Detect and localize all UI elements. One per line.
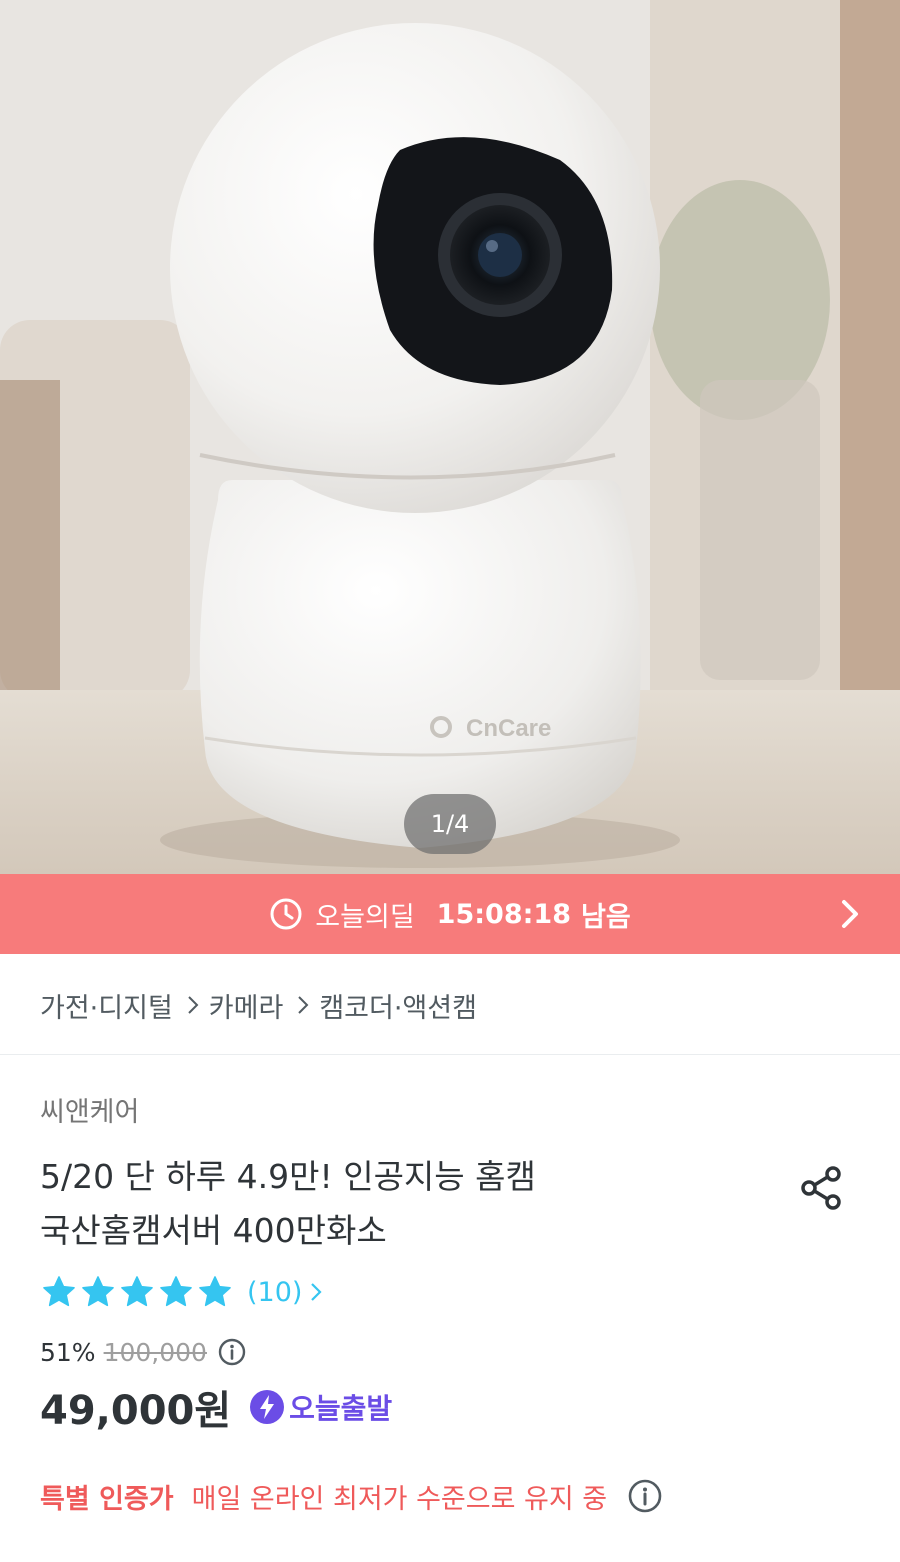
info-icon[interactable] xyxy=(627,1478,663,1514)
chevron-right-icon xyxy=(311,1283,322,1301)
product-title-line: 국산홈캠서버 400만화소 xyxy=(40,1211,387,1250)
breadcrumb-item-camera[interactable]: 카메라 xyxy=(209,986,284,1025)
brand-logo: CnCare xyxy=(466,715,551,742)
deal-remaining-label: 남음 xyxy=(581,901,631,933)
product-title: 5/20 단 하루 4.9만! 인공지능 홈캠 국산홈캠서버 400만화소 xyxy=(40,1150,760,1258)
lightning-icon xyxy=(250,1390,285,1424)
brand-name[interactable]: 씨앤케어 xyxy=(40,1090,139,1129)
breadcrumb-item-camcorder[interactable]: 캠코더·액션캠 xyxy=(319,986,477,1025)
deal-timer: 15:08:18 xyxy=(436,898,571,930)
deal-label: 오늘의딜 xyxy=(315,901,415,933)
product-image[interactable]: CnCare 1/4 xyxy=(0,0,900,874)
clock-icon xyxy=(270,898,302,930)
star-icon xyxy=(121,1276,153,1307)
certified-price-description: 매일 온라인 최저가 수준으로 유지 중 xyxy=(191,1483,608,1515)
product-title-line: 5/20 단 하루 4.9만! 인공지능 홈캠 xyxy=(40,1157,536,1196)
discount-rate: 51% xyxy=(40,1337,96,1367)
price-row: 49,000원 오늘출발 xyxy=(40,1382,392,1434)
star-rating xyxy=(40,1273,235,1311)
info-icon[interactable] xyxy=(217,1337,247,1367)
breadcrumb: 가전·디지털 카메라 캠코더·액션캠 xyxy=(40,980,477,1030)
home-camera-illustration: CnCare xyxy=(0,0,900,874)
today-deal-banner[interactable]: 오늘의딜 15:08:18 남음 xyxy=(0,874,900,954)
chevron-right-icon xyxy=(298,996,309,1014)
chevron-right-icon[interactable] xyxy=(840,898,860,930)
sale-price: 49,000원 xyxy=(40,1388,232,1434)
divider xyxy=(0,1054,900,1055)
share-icon[interactable] xyxy=(798,1164,846,1212)
today-shipping-label: 오늘출발 xyxy=(289,1392,393,1425)
original-price: 100,000 xyxy=(103,1337,207,1367)
star-icon xyxy=(43,1276,75,1307)
certified-price-label: 특별 인증가 xyxy=(40,1483,174,1515)
discount-row: 51% 100,000 xyxy=(40,1334,247,1370)
star-icon xyxy=(199,1276,231,1307)
star-icon xyxy=(160,1276,192,1307)
star-icon xyxy=(82,1276,114,1307)
review-count-link[interactable]: (10) xyxy=(247,1277,302,1308)
image-counter: 1/4 xyxy=(404,794,496,854)
today-shipping-badge: 오늘출발 xyxy=(249,1387,392,1427)
special-certified-price: 특별 인증가 매일 온라인 최저가 수준으로 유지 중 xyxy=(40,1476,663,1516)
breadcrumb-item-appliances[interactable]: 가전·디지털 xyxy=(40,986,173,1025)
chevron-right-icon xyxy=(188,996,199,1014)
rating-summary[interactable]: (10) xyxy=(40,1272,322,1312)
